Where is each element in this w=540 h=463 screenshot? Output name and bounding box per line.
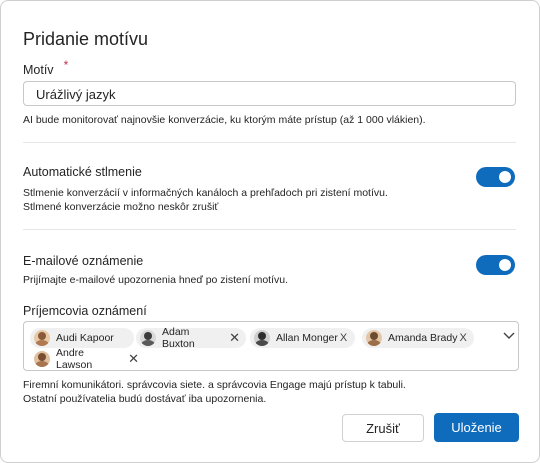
remove-recipient-icon[interactable]: ✕ (128, 351, 139, 367)
topic-input[interactable]: Urážlivý jazyk (23, 81, 516, 106)
recipient-chip-amanda-brady[interactable]: Amanda Brady X (362, 328, 474, 348)
recipient-name: Audi Kapoor (56, 332, 114, 344)
recipient-chip-adam-buxton[interactable]: Adam Buxton ✕ (136, 326, 246, 350)
recipient-name: Adam Buxton (162, 326, 195, 350)
recipient-name: Allan Monger (276, 332, 338, 344)
recipients-picker[interactable]: Audi Kapoor Adam Buxton ✕ Allan Monger X… (23, 321, 519, 371)
email-notification-toggle[interactable] (476, 255, 515, 275)
recipient-chip-allan-monger[interactable]: Allan Monger X (250, 328, 355, 348)
recipient-name: Andre Lawson (56, 347, 93, 371)
toggle-knob (499, 259, 511, 271)
auto-mute-description: Stlmenie konverzácií v informačných kaná… (23, 187, 388, 199)
email-notification-label: E-mailové oznámenie (23, 254, 144, 268)
recipient-chip-audi-kapoor[interactable]: Audi Kapoor (30, 328, 134, 348)
topic-label: Motív * (23, 58, 69, 77)
save-button[interactable]: Uloženie (434, 413, 519, 442)
add-topic-dialog: Pridanie motívu Motív * Urážlivý jazyk AI… (0, 0, 540, 463)
auto-mute-description-2: Stlmené konverzácie možno neskôr zrušiť (23, 201, 219, 213)
email-notification-description: Prijímajte e-mailové upozornenia hneď po… (23, 274, 289, 286)
topic-hint: AI bude monitorovať najnovšie konverzáci… (23, 114, 426, 126)
remove-recipient-icon[interactable]: ✕ (229, 330, 240, 346)
auto-mute-toggle[interactable] (476, 167, 515, 187)
auto-mute-label: Automatické stlmenie (23, 165, 142, 179)
avatar (34, 351, 50, 367)
toggle-knob (499, 171, 511, 183)
avatar (34, 330, 50, 346)
divider (23, 142, 516, 143)
remove-recipient-icon[interactable]: X (459, 332, 466, 344)
cancel-button[interactable]: Zrušiť (342, 414, 424, 442)
avatar (366, 330, 382, 346)
required-mark: * (63, 58, 69, 72)
avatar (140, 330, 156, 346)
footer-note-2: Ostatní používatelia budú dostávať iba u… (23, 393, 267, 405)
remove-recipient-icon[interactable]: X (340, 332, 347, 344)
footer-note: Firemní komunikátori. správcovia siete. … (23, 379, 406, 391)
recipient-name: Amanda Brady (388, 332, 458, 344)
recipients-label: Príjemcovia oznámení (23, 304, 147, 318)
avatar (254, 330, 270, 346)
divider (23, 229, 516, 230)
dialog-title: Pridanie motívu (23, 29, 149, 49)
chevron-down-icon[interactable] (502, 330, 516, 340)
recipient-chip-andre-lawson[interactable]: Andre Lawson ✕ (30, 347, 145, 371)
